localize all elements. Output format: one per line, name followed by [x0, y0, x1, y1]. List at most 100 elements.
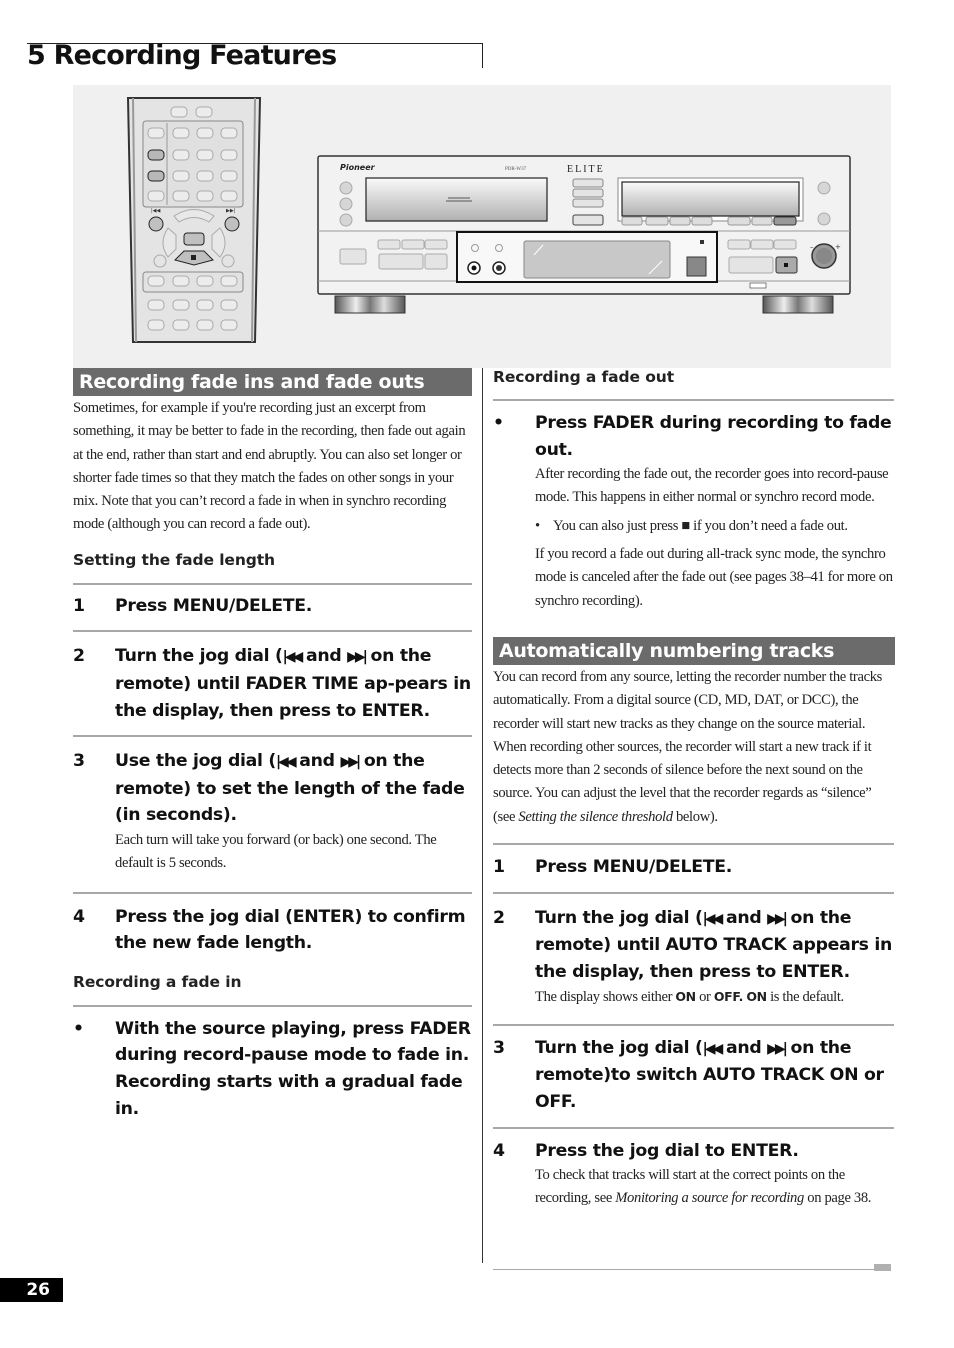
divider: [73, 1004, 472, 1007]
fade-step-2: 2 Turn the jog dial (|◀◀ and ▶▶| on the …: [73, 643, 472, 724]
column-divider: [482, 368, 483, 1263]
step-number: 1: [73, 595, 85, 616]
step-text: Use the jog dial (|◀◀ and ▶▶| on the rem…: [115, 748, 472, 829]
subhead-fade-in: Recording a fade in: [73, 972, 242, 991]
step-text-part: and: [293, 751, 341, 772]
divider: [73, 891, 472, 894]
note-part: on page 38.: [803, 1190, 872, 1207]
remote-prev-label: |◀◀: [151, 208, 161, 214]
left-column: Recording fade ins and fade outs Sometim…: [73, 368, 472, 1122]
note-part: The display shows either: [535, 989, 676, 1006]
divider: [73, 582, 472, 585]
page-number: 26: [0, 1278, 63, 1302]
fade-out-bullet: • Press FADER during recording to fade o…: [493, 410, 894, 463]
step-number: 2: [493, 907, 505, 928]
remote-next-button: [224, 216, 240, 232]
bullet: •: [73, 1018, 84, 1039]
remote-prev-button: [148, 216, 164, 232]
remote-next-label: ▶▶|: [226, 208, 236, 214]
step-text-part: and: [720, 1037, 768, 1058]
step-text: Turn the jog dial (|◀◀ and ▶▶| on the re…: [535, 1035, 894, 1116]
remote-and-deck-drawing: |◀◀ ▶▶| Pioneer PDR-W37 ELITE – +: [126, 97, 851, 343]
step-number: 3: [73, 751, 85, 772]
step-text: Turn the jog dial (|◀◀ and ▶▶| on the re…: [535, 905, 894, 986]
fl-display: [523, 240, 671, 279]
intro-text-part: You can record from any source, letting …: [493, 668, 882, 825]
chapter-title: 5 Recording Features: [27, 40, 337, 71]
step-text-part: Turn the jog dial (: [535, 907, 703, 928]
divider: [493, 1023, 894, 1026]
remote-fader-button: [147, 170, 165, 182]
product-illustration: |◀◀ ▶▶| Pioneer PDR-W37 ELITE – +: [73, 85, 891, 368]
step-number: 1: [493, 857, 505, 878]
deck-foot-left: [334, 295, 406, 314]
tip-text-part: You can also just press: [553, 517, 682, 534]
tip-text-part: if you don’t need a fade out.: [689, 517, 848, 534]
sync-note: If you record a fade out during all-trac…: [535, 546, 893, 609]
model-label: PDR-W37: [505, 167, 527, 172]
deck-stop-icon: [784, 263, 788, 267]
divider: [73, 735, 472, 738]
step-text: Press the jog dial (ENTER) to confirm th…: [115, 906, 466, 954]
section-title-fades: Recording fade ins and fade outs: [73, 368, 472, 396]
step-text: Press MENU/DELETE.: [535, 857, 733, 878]
intro-text-part: below).: [672, 808, 718, 825]
prev-track-icon: |◀◀: [702, 1040, 724, 1057]
fade-step-4: 4 Press the jog dial (ENTER) to confirm …: [73, 904, 472, 957]
step-number: 4: [493, 1140, 505, 1161]
next-track-icon: ▶▶|: [340, 754, 361, 771]
step-note: Each turn will take you forward (or back…: [115, 831, 437, 872]
bullet-text: With the source playing, press FADER dur…: [115, 1018, 471, 1119]
chapter-rule-edge: [482, 43, 483, 68]
fade-out-note: After recording the fade out, the record…: [535, 466, 889, 506]
subhead-fade-out: Recording a fade out: [493, 368, 675, 386]
play-tray: [365, 177, 548, 222]
step-number: 4: [73, 906, 85, 927]
step-text: Press the jog dial to ENTER.: [535, 1140, 799, 1161]
deck-foot-right: [762, 295, 834, 314]
series-logo: ELITE: [567, 164, 605, 175]
step-text-part: Use the jog dial (: [115, 751, 276, 772]
next-track-icon: ▶▶|: [767, 910, 788, 927]
auto-step-4: 4 Press the jog dial to ENTER.: [493, 1138, 894, 1165]
end-rule: [493, 1269, 874, 1270]
prev-track-icon: |◀◀: [275, 754, 297, 771]
step-text: Press MENU/DELETE.: [115, 595, 313, 616]
auto-step-3: 3 Turn the jog dial (|◀◀ and ▶▶| on the …: [493, 1035, 894, 1116]
bullet: •: [535, 517, 540, 534]
cd-logo-icon: [686, 256, 707, 277]
dial-plus: +: [835, 243, 841, 251]
value-off: OFF.: [713, 989, 744, 1005]
section-title-auto-tracks: Automatically numbering tracks: [493, 636, 895, 665]
step-note: The display shows either ON or OFF. ON i…: [493, 985, 894, 1009]
fade-in-bullet: • With the source playing, press FADER d…: [73, 1016, 472, 1122]
tip-text: You can also just press ■ if you don’t n…: [553, 515, 848, 538]
step-text-part: Turn the jog dial (: [115, 646, 283, 667]
step-text-part: Turn the jog dial (: [535, 1037, 703, 1058]
bullet: •: [493, 413, 504, 433]
value-on: ON: [746, 989, 767, 1005]
remote-stop-icon: [191, 255, 196, 260]
cross-reference: Setting the silence threshold: [518, 808, 673, 825]
next-track-icon: ▶▶|: [347, 649, 368, 666]
auto-step-2: 2 Turn the jog dial (|◀◀ and ▶▶| on the …: [493, 905, 894, 986]
bullet-text: Press FADER during recording to fade out…: [535, 413, 892, 460]
stop-tip: • You can also just press ■ if you don’t…: [493, 515, 894, 538]
cd-recorder: Pioneer PDR-W37 ELITE – +: [317, 155, 851, 314]
step-text: Turn the jog dial (|◀◀ and ▶▶| on the re…: [115, 643, 472, 724]
fade-step-1: 1 Press MENU/DELETE.: [73, 593, 472, 620]
fades-intro: Sometimes, for example if you're recordi…: [73, 400, 466, 533]
divider: [493, 1126, 894, 1129]
stop-icon: ■: [681, 517, 690, 534]
remote-control: |◀◀ ▶▶|: [126, 97, 262, 343]
prev-track-icon: |◀◀: [282, 649, 304, 666]
value-on: ON: [675, 989, 696, 1005]
subhead-fade-length: Setting the fade length: [73, 550, 275, 569]
step-note: To check that tracks will start at the c…: [493, 1164, 894, 1211]
divider: [73, 630, 472, 633]
fade-step-3: 3 Use the jog dial (|◀◀ and ▶▶| on the r…: [73, 748, 472, 829]
step-text-part: and: [300, 646, 348, 667]
note-part: is the default.: [766, 989, 844, 1006]
right-column: Recording a fade out • Press FADER durin…: [493, 368, 895, 1211]
cross-reference: Monitoring a source for recording: [615, 1190, 804, 1207]
